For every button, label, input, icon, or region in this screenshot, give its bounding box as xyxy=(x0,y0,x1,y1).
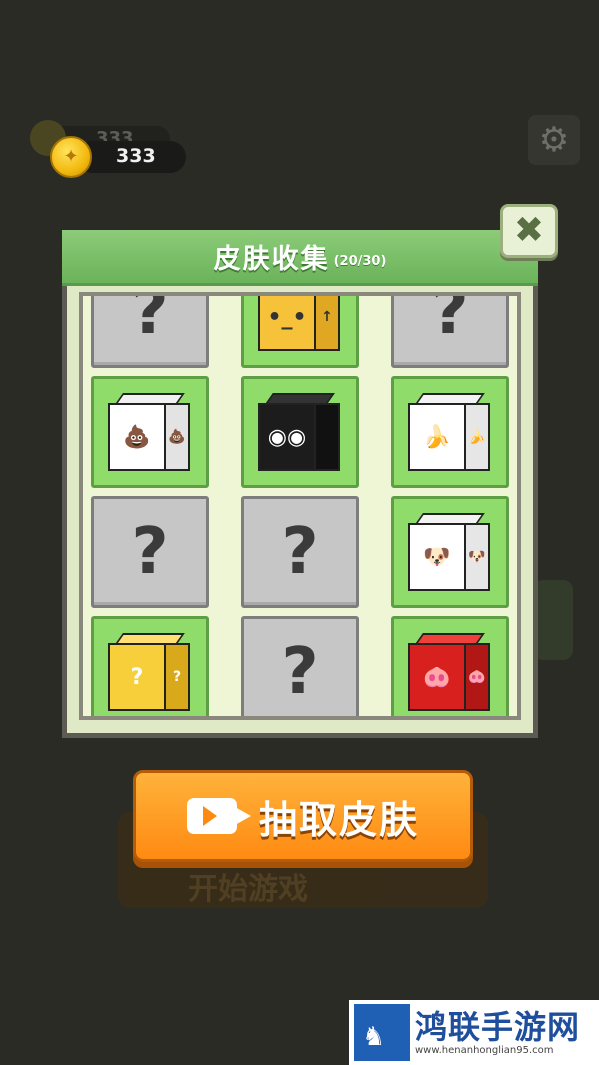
coin-value: 333 xyxy=(116,145,156,167)
question-mark-icon: ? xyxy=(281,515,319,589)
settings-button[interactable]: ⚙ xyxy=(528,115,580,165)
skin-collection-modal: 皮肤收集 (20/30) ? •_• ↑? 💩 💩 ◉◉ 🍌 🍌?? 🐶 🐶??? 🐽 🐽 xyxy=(62,230,538,738)
banana-cube-icon: 🍌 🍌 xyxy=(408,393,492,473)
locked-skin-slot[interactable]: ? xyxy=(391,292,509,368)
modal-title: 皮肤收集 xyxy=(213,244,330,275)
modal-body: ? •_• ↑? 💩 💩 ◉◉ 🍌 🍌?? 🐶 🐶??? 🐽 🐽 xyxy=(62,286,538,738)
dog-cube-icon: 🐶 🐶 xyxy=(408,513,492,593)
collection-count: (20/30) xyxy=(333,254,387,269)
yellow-face-cube-icon: •_• ↑ xyxy=(258,296,342,353)
question-mark-icon: ? xyxy=(281,635,319,709)
locked-skin-slot[interactable]: ? xyxy=(241,496,359,608)
skin-slot-yellow-face-cube[interactable]: •_• ↑ xyxy=(241,296,359,368)
locked-skin-slot[interactable]: ? xyxy=(91,292,209,368)
draw-skin-label: 抽取皮肤 xyxy=(258,797,419,842)
skin-grid-viewport[interactable]: ? •_• ↑? 💩 💩 ◉◉ 🍌 🍌?? 🐶 🐶??? 🐽 🐽 xyxy=(79,292,521,720)
draw-skin-button[interactable]: 抽取皮肤 xyxy=(133,770,473,862)
close-icon: ✖ xyxy=(513,210,545,251)
panda-cube-icon: ◉◉ xyxy=(258,393,342,473)
locked-skin-slot[interactable]: ? xyxy=(91,496,209,608)
close-button[interactable]: ✖ xyxy=(500,204,558,258)
horse-logo-icon: ♞ xyxy=(354,1004,410,1061)
skin-slot-dog-cube[interactable]: 🐶 🐶 xyxy=(391,496,509,608)
watermark-name: 鸿联手游网 xyxy=(415,1008,581,1046)
locked-skin-slot[interactable]: ? xyxy=(241,616,359,716)
watermark: ♞ 鸿联手游网 www.henanhonglian95.com xyxy=(349,1000,599,1065)
question-mark-icon: ? xyxy=(131,515,169,589)
question-mark-icon: ? xyxy=(431,292,469,349)
video-camera-icon xyxy=(186,798,251,834)
skin-slot-panda-cube[interactable]: ◉◉ xyxy=(241,376,359,488)
modal-header: 皮肤收集 (20/30) xyxy=(62,230,538,286)
watermark-url: www.henanhonglian95.com xyxy=(415,1045,554,1056)
skin-slot-question-block-cube[interactable]: ?? xyxy=(91,616,209,716)
gear-icon: ⚙ xyxy=(538,120,570,160)
poop-cube-icon: 💩 💩 xyxy=(108,393,192,473)
skin-slot-pig-nose-cube[interactable]: 🐽 🐽 xyxy=(391,616,509,716)
question-mark-icon: ? xyxy=(131,292,169,349)
background-side-button xyxy=(533,580,573,660)
pig-nose-cube-icon: 🐽 🐽 xyxy=(408,633,492,713)
coin-counter: ✦ 333 xyxy=(50,136,190,178)
question-block-cube-icon: ?? xyxy=(108,633,192,713)
skin-slot-banana-cube[interactable]: 🍌 🍌 xyxy=(391,376,509,488)
skin-slot-poop-cube[interactable]: 💩 💩 xyxy=(91,376,209,488)
coin-icon: ✦ xyxy=(50,136,92,178)
